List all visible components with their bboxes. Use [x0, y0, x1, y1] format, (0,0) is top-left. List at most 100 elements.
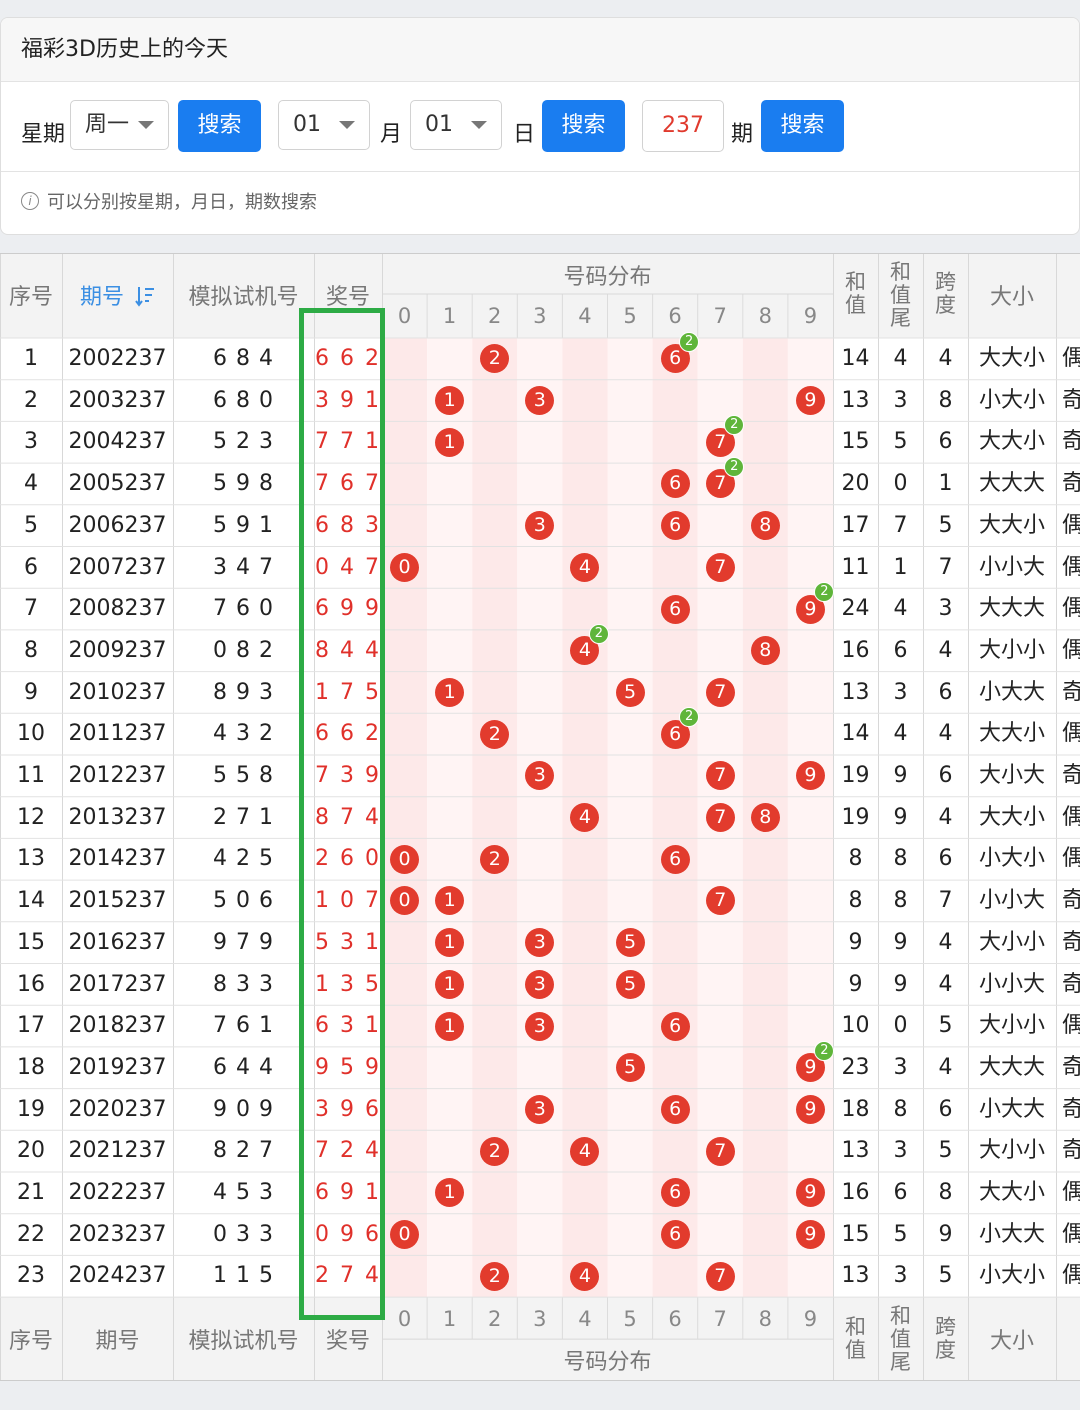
issue-cell: 2010237 [68, 679, 167, 705]
sum-cell: 23 [841, 1054, 870, 1080]
foot-sum-header: 和值 [845, 1315, 866, 1362]
seq-cell: 15 [17, 929, 45, 955]
digit-header-7: 7 [713, 1307, 727, 1332]
sim-number-cell: 4 2 5 [213, 846, 274, 872]
foot-sumtail-header: 和值尾 [890, 1304, 911, 1374]
sim-number-cell: 0 8 2 [213, 637, 274, 663]
sum-cell: 16 [841, 1180, 870, 1205]
size-cell: 大大大 [978, 596, 1045, 622]
sum-tail-cell: 9 [893, 971, 908, 997]
search-card: 福彩3D历史上的今天 星期 周一 搜索 01 月 01 日 搜索 237 期 搜… [0, 17, 1080, 235]
parity-cell: 偶 [1062, 1221, 1080, 1247]
issue-cell: 2019237 [68, 1054, 167, 1080]
issue-cell: 2007237 [68, 554, 167, 580]
parity-cell: 偶 [1062, 512, 1080, 538]
ball-7: 7 [705, 552, 735, 582]
digit-header-0: 0 [397, 304, 412, 328]
dist-band [427, 338, 473, 1298]
ball-1: 1 [435, 969, 465, 999]
parity-cell: 偶 [1062, 1180, 1080, 1205]
sim-number-cell: 9 0 9 [213, 1096, 274, 1122]
col-span-header: 跨度 [935, 270, 956, 317]
seq-cell: 14 [17, 888, 45, 914]
size-cell: 大小大 [978, 763, 1045, 788]
ball-5: 5 [615, 677, 645, 707]
sum-tail-cell: 1 [893, 554, 908, 580]
sort-icon[interactable] [135, 285, 155, 307]
sum-cell: 16 [841, 637, 870, 663]
weekday-select[interactable]: 周一 [70, 100, 169, 150]
date-search-button[interactable]: 搜索 [542, 100, 625, 152]
seq-cell: 9 [24, 679, 38, 705]
issue-cell: 2016237 [68, 929, 167, 955]
seq-cell: 4 [24, 471, 38, 497]
parity-cell: 奇 [1062, 1138, 1080, 1164]
ball-0: 0 [390, 844, 420, 874]
col-sim-header: 模拟试机号 [188, 285, 299, 310]
issue-search-button[interactable]: 搜索 [761, 100, 844, 152]
digit-header-9: 9 [803, 1307, 818, 1332]
sum-tail-cell: 3 [893, 387, 908, 413]
sim-number-cell: 6 4 4 [213, 1054, 274, 1080]
issue-cell: 2014237 [68, 846, 167, 872]
digit-header-1: 1 [442, 304, 457, 328]
span-cell: 5 [938, 1013, 953, 1039]
span-cell: 6 [938, 763, 953, 788]
sim-number-cell: 0 3 3 [213, 1221, 274, 1247]
span-cell: 4 [938, 346, 953, 371]
issue-input[interactable]: 237 [642, 100, 724, 152]
sum-tail-cell: 5 [893, 429, 908, 455]
digit-header-2: 2 [488, 1307, 502, 1332]
issue-cell: 2023237 [68, 1221, 167, 1247]
col-sum-header: 和值 [845, 270, 866, 317]
span-cell: 4 [938, 721, 953, 747]
card-title: 福彩3D历史上的今天 [1, 18, 1079, 82]
digit-header-8: 8 [758, 1307, 772, 1332]
span-cell: 5 [938, 1263, 953, 1289]
parity-cell: 奇 [1062, 471, 1080, 497]
issue-cell: 2020237 [68, 1096, 167, 1122]
span-cell: 4 [938, 929, 953, 955]
col-issue-header[interactable]: 期号 [62, 279, 173, 311]
size-cell: 小小大 [978, 971, 1045, 997]
parity-cell: 奇 [1062, 679, 1080, 705]
seq-cell: 13 [17, 846, 45, 872]
seq-cell: 21 [17, 1180, 45, 1205]
ball-3: 3 [525, 1011, 555, 1041]
col-size-header: 大小 [989, 285, 1034, 310]
search-row: 星期 周一 搜索 01 月 01 日 搜索 237 期 搜索 [1, 100, 1079, 174]
sum-tail-cell: 3 [893, 1054, 908, 1080]
sim-number-cell: 7 6 0 [213, 596, 274, 622]
size-cell: 小大小 [978, 846, 1045, 872]
span-cell: 7 [938, 554, 953, 580]
parity-cell: 奇 [1062, 1096, 1080, 1122]
parity-cell: 偶 [1062, 721, 1080, 747]
repeat-count-badge: 2 [679, 331, 700, 352]
digit-header-3: 3 [533, 304, 547, 328]
seq-cell: 16 [17, 971, 45, 997]
sim-number-cell: 5 9 8 [213, 471, 274, 497]
span-cell: 6 [938, 1096, 953, 1122]
size-cell: 大小小 [978, 929, 1045, 955]
day-select[interactable]: 01 [410, 100, 502, 150]
weekday-search-button[interactable]: 搜索 [178, 100, 261, 152]
span-cell: 6 [938, 846, 953, 872]
dist-band [787, 338, 833, 1298]
seq-cell: 3 [24, 429, 38, 455]
parity-cell: 奇 [1062, 763, 1080, 788]
sim-number-cell: 8 9 3 [213, 679, 274, 705]
span-cell: 4 [938, 1054, 953, 1080]
month-select[interactable]: 01 [278, 100, 370, 150]
sum-cell: 18 [841, 1096, 870, 1122]
ball-0: 0 [390, 552, 420, 582]
ball-3: 3 [525, 969, 555, 999]
size-cell: 小小大 [978, 554, 1045, 580]
digit-header-2: 2 [488, 304, 502, 328]
sum-cell: 13 [841, 679, 870, 705]
sim-number-cell: 9 7 9 [213, 929, 274, 955]
seq-cell: 2 [24, 387, 38, 413]
span-cell: 5 [938, 1138, 953, 1164]
size-cell: 大大小 [978, 346, 1045, 371]
search-tip: i 可以分别按星期，月日，期数搜索 [1, 171, 1079, 234]
ball-1: 1 [435, 427, 465, 457]
